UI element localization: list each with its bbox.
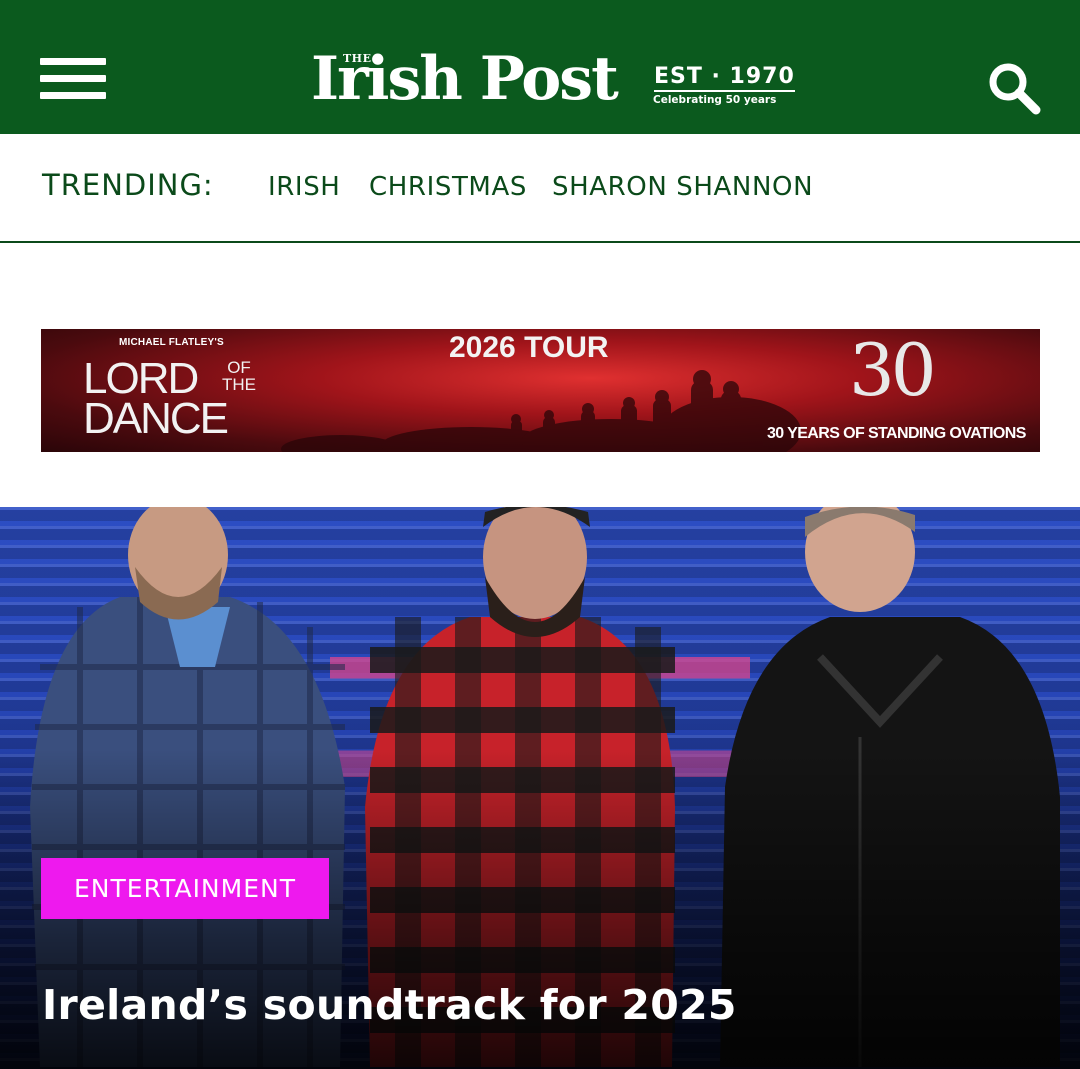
- site-logo[interactable]: Irish Post THE EST · 1970 Celebrating 50…: [311, 44, 795, 114]
- trending-link-christmas[interactable]: CHRISTMAS: [369, 172, 527, 202]
- category-badge[interactable]: ENTERTAINMENT: [41, 858, 329, 919]
- article-headline[interactable]: Ireland’s soundtrack for 2025: [42, 981, 737, 1029]
- trending-link-sharon-shannon[interactable]: SHARON SHANNON: [552, 172, 813, 202]
- logo-est: EST · 1970: [654, 64, 795, 92]
- trending-label: TRENDING:: [42, 168, 214, 202]
- ad-anniversary: 30: [849, 329, 937, 412]
- hero-article[interactable]: ENTERTAINMENT Ireland’s soundtrack for 2…: [0, 507, 1080, 1069]
- trending-link-irish[interactable]: IRISH: [268, 172, 340, 202]
- hamburger-menu-icon[interactable]: [40, 58, 106, 100]
- ad-title-of-the: OF THE: [219, 359, 259, 393]
- logo-celebrating: Celebrating 50 years: [653, 94, 777, 106]
- logo-the: THE: [343, 52, 372, 65]
- site-header: Irish Post THE EST · 1970 Celebrating 50…: [0, 0, 1080, 134]
- ad-tour: 2026 TOUR: [449, 331, 609, 364]
- ad-presenter: MICHAEL FLATLEY'S: [119, 337, 224, 348]
- ad-title-dance: DANCE: [83, 394, 229, 443]
- trending-bar: TRENDING: IRISH CHRISTMAS SHARON SHANNON: [0, 134, 1080, 243]
- dancers-silhouette: [281, 370, 801, 452]
- search-icon[interactable]: [986, 60, 1042, 116]
- advertisement-banner[interactable]: MICHAEL FLATLEY'S LORD OF THE DANCE 2026…: [41, 329, 1040, 452]
- ad-tagline: 30 YEARS OF STANDING OVATIONS: [767, 425, 1026, 442]
- ad-title-the: THE: [222, 375, 256, 394]
